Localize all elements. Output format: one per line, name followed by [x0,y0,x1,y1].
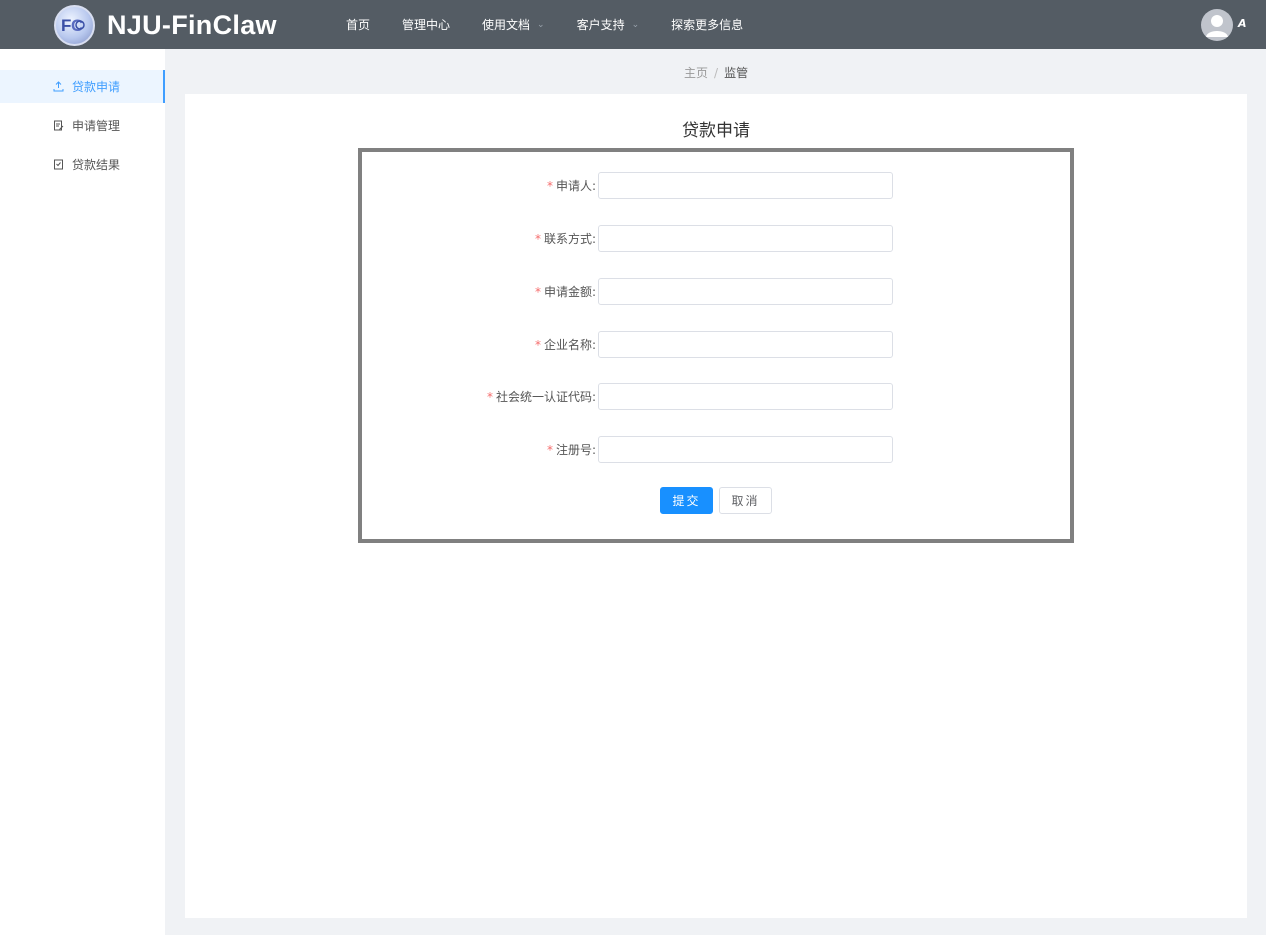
svg-text:C: C [71,16,83,35]
required-mark: * [546,179,553,193]
form-row-registration-number: * 注册号: [362,436,1070,464]
field-label: * 注册号: [546,443,596,457]
cancel-button[interactable]: 取消 [719,487,772,514]
breadcrumb: 主页 / 监管 [684,64,748,81]
svg-text:F: F [61,16,71,35]
sidebar-item-label: 贷款结果 [72,158,121,172]
nav-item-label: 使用文档 [482,18,531,32]
company-name-input[interactable] [598,331,893,358]
required-mark: * [546,443,553,457]
breadcrumb-separator: / [714,65,719,80]
required-mark: * [534,285,541,299]
nav-item-admin-center[interactable]: 管理中心 [386,0,466,49]
user-initial: A [1238,17,1247,30]
user-icon [1206,15,1228,37]
registration-number-input[interactable] [598,436,893,463]
main-panel: 贷款申请 * 申请人: * 联系方式: * 申请金额: * 企业名称: * 社会统一认证代… [185,94,1247,918]
field-label: * 申请金额: [534,285,596,299]
breadcrumb-current: 监管 [724,66,749,80]
sidebar-item-application-management[interactable]: 申请管理 [0,109,165,142]
required-mark: * [534,338,541,352]
form-row-credit-code: * 社会统一认证代码: [362,383,1070,411]
form-row-contact: * 联系方式: [362,225,1070,253]
form-row-applicant: * 申请人: [362,172,1070,200]
form-row-company-name: * 企业名称: [362,331,1070,359]
nav-item-label: 管理中心 [402,18,451,32]
submit-button[interactable]: 提交 [660,487,713,514]
page-title: 贷款申请 [682,121,750,141]
sidebar-item-loan-result[interactable]: 贷款结果 [0,148,165,181]
loan-application-form: * 申请人: * 联系方式: * 申请金额: * 企业名称: * 社会统一认证代码: * 注… [358,148,1074,543]
field-label: * 社会统一认证代码: [486,390,596,404]
logo-icon: F C [54,4,95,46]
nav-item-label: 首页 [346,18,371,32]
nav-item-docs[interactable]: 使用文档 ⌄ [466,0,561,49]
sidebar-item-label: 贷款申请 [72,80,121,94]
edit-document-icon [52,120,64,132]
sidebar-item-loan-apply[interactable]: 贷款申请 [0,70,165,103]
avatar[interactable] [1201,9,1233,41]
sidebar: 贷款申请 申请管理 贷款结果 [0,49,165,935]
app-title: NJU-FinClaw [107,9,277,40]
result-document-icon [52,159,64,171]
nav-item-label: 客户支持 [576,18,625,32]
required-mark: * [486,390,493,404]
sidebar-item-label: 申请管理 [72,119,121,133]
contact-input[interactable] [598,225,893,252]
field-label: * 企业名称: [534,338,596,352]
amount-input[interactable] [598,278,893,305]
field-label: * 申请人: [546,179,596,193]
top-header: F C NJU-FinClaw 首页 管理中心 使用文档 ⌄ 客户支持 ⌄ 探索… [0,0,1266,49]
main-nav: 首页 管理中心 使用文档 ⌄ 客户支持 ⌄ 探索更多信息 [330,0,759,49]
upload-icon [52,81,64,93]
nav-item-support[interactable]: 客户支持 ⌄ [561,0,656,49]
applicant-input[interactable] [598,172,893,199]
credit-code-input[interactable] [598,383,893,410]
required-mark: * [534,232,541,246]
nav-item-home[interactable]: 首页 [330,0,386,49]
breadcrumb-home[interactable]: 主页 [684,64,708,81]
form-row-amount: * 申请金额: [362,278,1070,306]
chevron-down-icon: ⌄ [631,19,640,30]
field-label: * 联系方式: [534,232,596,246]
nav-item-label: 探索更多信息 [671,18,744,32]
brand[interactable]: F C NJU-FinClaw [54,4,277,46]
chevron-down-icon: ⌄ [537,19,545,30]
nav-item-explore[interactable]: 探索更多信息 [655,0,759,49]
